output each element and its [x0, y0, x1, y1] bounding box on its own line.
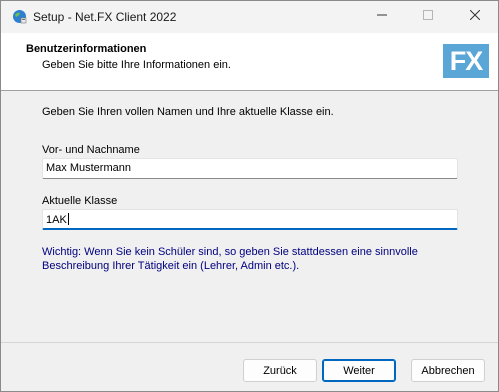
minimize-button[interactable] [359, 1, 405, 32]
setup-globe-icon [12, 9, 27, 24]
maximize-icon [423, 10, 433, 23]
page-subtitle: Geben Sie bitte Ihre Informationen ein. [42, 59, 231, 71]
name-value: Max Mustermann [46, 162, 131, 174]
cancel-button-label: Abbrechen [421, 364, 475, 377]
setup-window: Setup - Net.FX Client 2022 Benutzerinfor… [0, 0, 499, 392]
next-button[interactable]: Weiter [322, 359, 396, 382]
back-button[interactable]: Zurück [243, 359, 317, 382]
page-title: Benutzerinformationen [26, 43, 147, 55]
class-field[interactable]: 1AK [42, 209, 458, 230]
hint-text: Wichtig: Wenn Sie kein Schüler sind, so … [42, 246, 418, 272]
minimize-icon [377, 10, 387, 23]
footer-divider [1, 342, 498, 343]
text-caret [67, 213, 69, 225]
name-label: Vor- und Nachname [42, 144, 140, 156]
title-bar[interactable]: Setup - Net.FX Client 2022 [1, 1, 498, 33]
class-label: Aktuelle Klasse [42, 195, 118, 207]
maximize-button[interactable] [405, 1, 451, 32]
class-value: 1AK [46, 214, 67, 226]
wizard-header: Benutzerinformationen Geben Sie bitte Ih… [1, 33, 498, 91]
name-field[interactable]: Max Mustermann [42, 158, 458, 179]
window-title: Setup - Net.FX Client 2022 [33, 10, 177, 24]
fx-logo: FX [443, 44, 489, 78]
intro-text: Geben Sie Ihren vollen Namen und Ihre ak… [42, 106, 334, 118]
close-button[interactable] [452, 1, 498, 32]
close-icon [469, 9, 481, 23]
next-button-label: Weiter [343, 364, 375, 377]
cancel-button[interactable]: Abbrechen [411, 359, 485, 382]
back-button-label: Zurück [263, 364, 297, 377]
